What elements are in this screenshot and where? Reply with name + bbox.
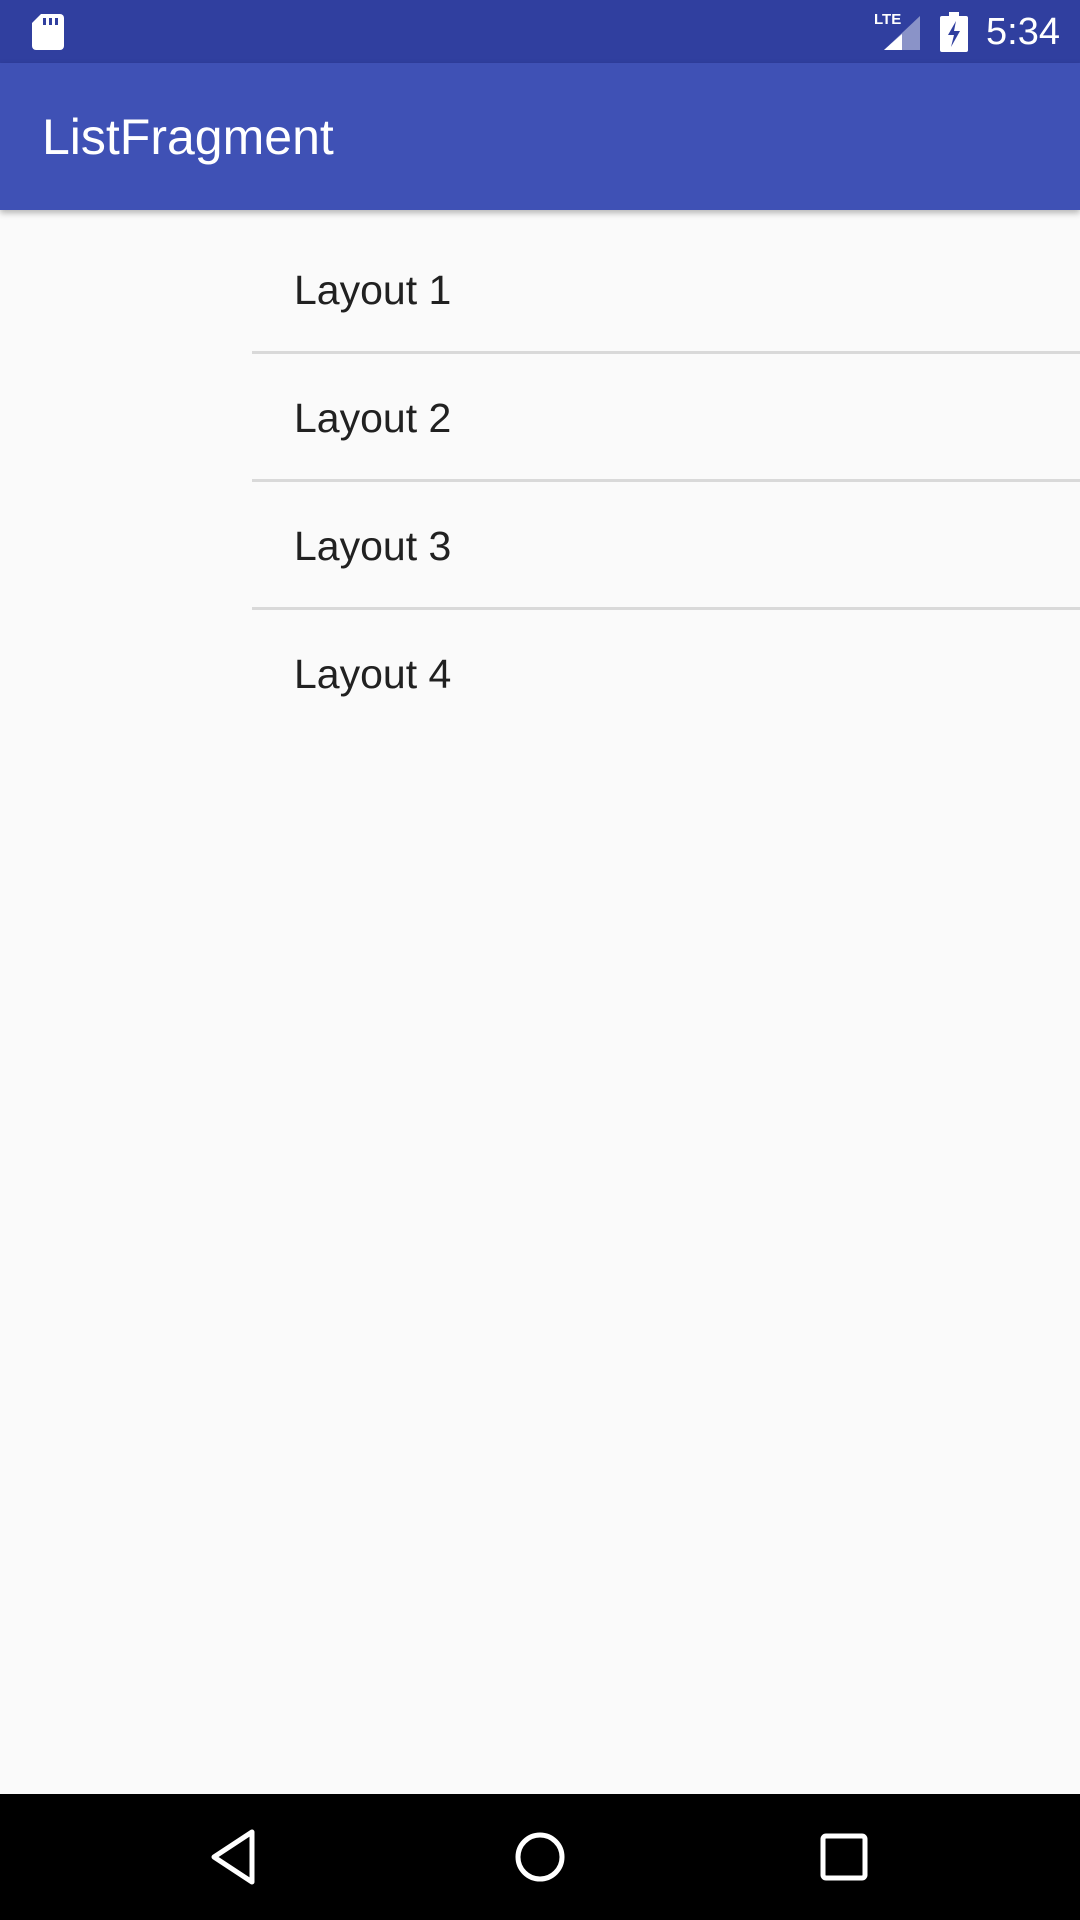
layout-list: Layout 1 Layout 2 Layout 3 Layout 4 bbox=[252, 226, 1080, 738]
list-item-layout-1[interactable]: Layout 1 bbox=[252, 226, 1080, 354]
status-clock: 5:34 bbox=[986, 11, 1060, 53]
list-item-label: Layout 3 bbox=[294, 523, 452, 569]
list-item-layout-2[interactable]: Layout 2 bbox=[252, 354, 1080, 482]
sd-card-icon bbox=[32, 14, 64, 50]
screen: LTE 5:34 ListFragment Layout 1 Layout 2 … bbox=[0, 0, 1080, 1920]
list-item-label: Layout 4 bbox=[294, 651, 452, 697]
list-item-label: Layout 1 bbox=[294, 267, 452, 313]
list-item-label: Layout 2 bbox=[294, 395, 452, 441]
list-item-layout-4[interactable]: Layout 4 bbox=[252, 610, 1080, 738]
lte-label: LTE bbox=[874, 11, 901, 28]
lte-signal-icon: LTE bbox=[874, 11, 920, 50]
app-bar-title: ListFragment bbox=[42, 109, 334, 165]
navigation-bar bbox=[0, 1794, 1080, 1920]
home-icon[interactable] bbox=[505, 1822, 575, 1892]
back-icon[interactable] bbox=[200, 1822, 270, 1892]
list-item-layout-3[interactable]: Layout 3 bbox=[252, 482, 1080, 610]
recents-icon[interactable] bbox=[809, 1822, 879, 1892]
app-bar: ListFragment bbox=[0, 63, 1080, 210]
battery-charging-icon bbox=[940, 12, 968, 52]
status-bar: LTE 5:34 bbox=[0, 0, 1080, 63]
